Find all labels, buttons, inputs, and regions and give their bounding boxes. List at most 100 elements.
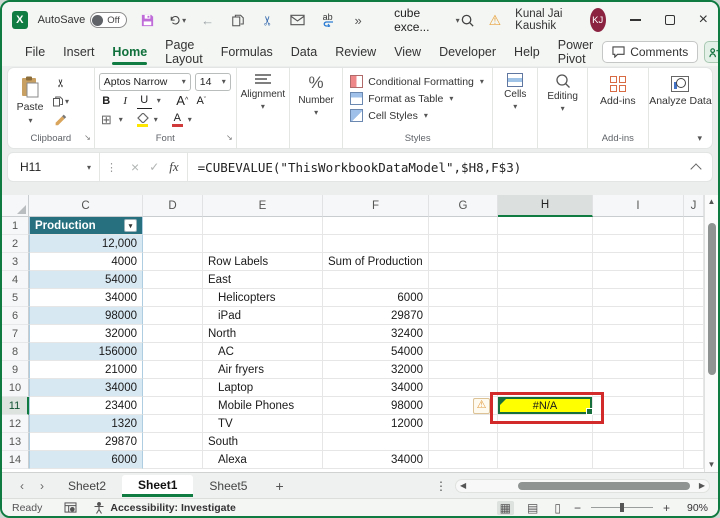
macro-record-icon[interactable] — [64, 502, 77, 513]
font-color-button[interactable]: A — [171, 112, 183, 127]
col-header-C[interactable]: C — [29, 195, 143, 217]
cell-C7[interactable]: 32000 — [29, 325, 143, 343]
cell-C11[interactable]: 23400 — [29, 397, 143, 415]
cell-G13[interactable] — [429, 433, 498, 451]
cell-J11[interactable] — [684, 397, 704, 415]
cell-I2[interactable] — [593, 235, 684, 253]
activation-warning-icon[interactable]: ⚠ — [489, 13, 502, 27]
cell-J4[interactable] — [684, 271, 704, 289]
row-header-13[interactable]: 13 — [2, 433, 29, 451]
font-size-select[interactable]: 14 ▾ — [194, 72, 231, 91]
cell-G6[interactable] — [429, 307, 498, 325]
error-trace-button[interactable]: ⚠ — [473, 397, 490, 414]
cell-G7[interactable] — [429, 325, 498, 343]
undo-button[interactable]: ▾ — [169, 12, 186, 29]
cell-I5[interactable] — [593, 289, 684, 307]
cell-C2[interactable]: 12,000 — [29, 235, 143, 253]
number-group[interactable]: % Number ▾ — [290, 68, 344, 148]
cell-I13[interactable] — [593, 433, 684, 451]
cell-J10[interactable] — [684, 379, 704, 397]
increase-font-button[interactable]: A ^ — [175, 93, 190, 109]
cell-E12[interactable]: TV — [203, 415, 323, 433]
cell-I12[interactable] — [593, 415, 684, 433]
cell-F10[interactable]: 34000 — [323, 379, 429, 397]
cell-G9[interactable] — [429, 361, 498, 379]
cell-G8[interactable] — [429, 343, 498, 361]
paste-button[interactable]: Paste ▾ — [8, 73, 52, 127]
replace-icon[interactable]: ab — [319, 12, 336, 29]
cell-F1[interactable] — [323, 217, 429, 235]
row-header-11[interactable]: 11 — [2, 397, 29, 415]
zoom-slider-thumb[interactable] — [619, 503, 624, 512]
row-header-2[interactable]: 2 — [2, 235, 29, 253]
analyze-data-button[interactable]: Analyze Data — [649, 73, 712, 107]
col-header-D[interactable]: D — [143, 195, 203, 217]
cell-D7[interactable] — [143, 325, 203, 343]
row-header-1[interactable]: 1 — [2, 217, 29, 235]
cell-I4[interactable] — [593, 271, 684, 289]
prev-sheet-icon[interactable]: ‹ — [12, 479, 32, 493]
tab-formulas[interactable]: Formulas — [212, 40, 282, 64]
cell-D9[interactable] — [143, 361, 203, 379]
document-title[interactable]: cube exce... ▾ — [394, 6, 459, 34]
autosave-toggle[interactable]: Off — [90, 12, 128, 28]
cell-F2[interactable] — [323, 235, 429, 253]
excel-logo-icon[interactable]: X — [12, 11, 28, 29]
fill-color-button[interactable] — [136, 112, 149, 127]
zoom-in-icon[interactable]: + — [663, 501, 670, 515]
tab-sheet1-active[interactable]: Sheet1 — [122, 474, 194, 497]
cell-G12[interactable] — [429, 415, 498, 433]
name-box[interactable]: H11 ▾ — [8, 153, 100, 181]
cell-C10[interactable]: 34000 — [29, 379, 143, 397]
page-layout-view-icon[interactable]: ▤ — [524, 501, 541, 515]
close-button[interactable]: × — [699, 12, 708, 28]
cell-C13[interactable]: 29870 — [29, 433, 143, 451]
cell-D3[interactable] — [143, 253, 203, 271]
cut-button[interactable]: ✂ — [53, 74, 69, 91]
scroll-right-icon[interactable]: ▶ — [695, 481, 709, 490]
cell-I9[interactable] — [593, 361, 684, 379]
cell-D13[interactable] — [143, 433, 203, 451]
cell-D10[interactable] — [143, 379, 203, 397]
comments-button[interactable]: Comments — [602, 41, 699, 63]
editing-group[interactable]: Editing ▾ — [538, 68, 588, 148]
cell-C3[interactable]: 4000 — [29, 253, 143, 271]
minimize-button[interactable] — [629, 19, 641, 21]
cell-D12[interactable] — [143, 415, 203, 433]
horizontal-scroll-thumb[interactable] — [518, 481, 691, 490]
vertical-scrollbar[interactable]: ▲ ▼ — [704, 195, 718, 472]
cell-H1[interactable] — [498, 217, 593, 235]
cancel-entry-icon[interactable]: × — [131, 159, 139, 175]
cell-I10[interactable] — [593, 379, 684, 397]
conditional-formatting-button[interactable]: Conditional Formatting ▾ — [343, 73, 492, 90]
cell-I6[interactable] — [593, 307, 684, 325]
redo-button-disabled[interactable]: ← — [199, 12, 216, 29]
cell-E11[interactable]: Mobile Phones — [203, 397, 323, 415]
na-error-cell[interactable]: #N/A — [498, 397, 593, 415]
cell-E7[interactable]: North — [203, 325, 323, 343]
copy-button[interactable]: ▾ — [52, 93, 69, 109]
cell-F11[interactable]: 98000 — [323, 397, 429, 415]
row-header-7[interactable]: 7 — [2, 325, 29, 343]
confirm-entry-icon[interactable]: ✓ — [149, 160, 159, 174]
cell-E6[interactable]: iPad — [203, 307, 323, 325]
cell-H4[interactable] — [498, 271, 593, 289]
cell-J9[interactable] — [684, 361, 704, 379]
more-commands-icon[interactable]: » — [349, 12, 366, 29]
cell-I3[interactable] — [593, 253, 684, 271]
col-header-E[interactable]: E — [203, 195, 323, 217]
row-header-14[interactable]: 14 — [2, 451, 29, 469]
insert-function-icon[interactable]: fx — [169, 159, 178, 175]
cell-J7[interactable] — [684, 325, 704, 343]
save-icon[interactable] — [139, 12, 156, 29]
cell-G4[interactable] — [429, 271, 498, 289]
cell-J5[interactable] — [684, 289, 704, 307]
cell-H5[interactable] — [498, 289, 593, 307]
copy-icon[interactable] — [229, 12, 246, 29]
cell-C4[interactable]: 54000 — [29, 271, 143, 289]
cell-I7[interactable] — [593, 325, 684, 343]
clipboard-dialog-launcher[interactable]: ↘ — [84, 131, 91, 145]
cell-D1[interactable] — [143, 217, 203, 235]
cell-E3[interactable]: Row Labels — [203, 253, 323, 271]
font-name-select[interactable]: Aptos Narrow ▾ — [98, 72, 191, 91]
